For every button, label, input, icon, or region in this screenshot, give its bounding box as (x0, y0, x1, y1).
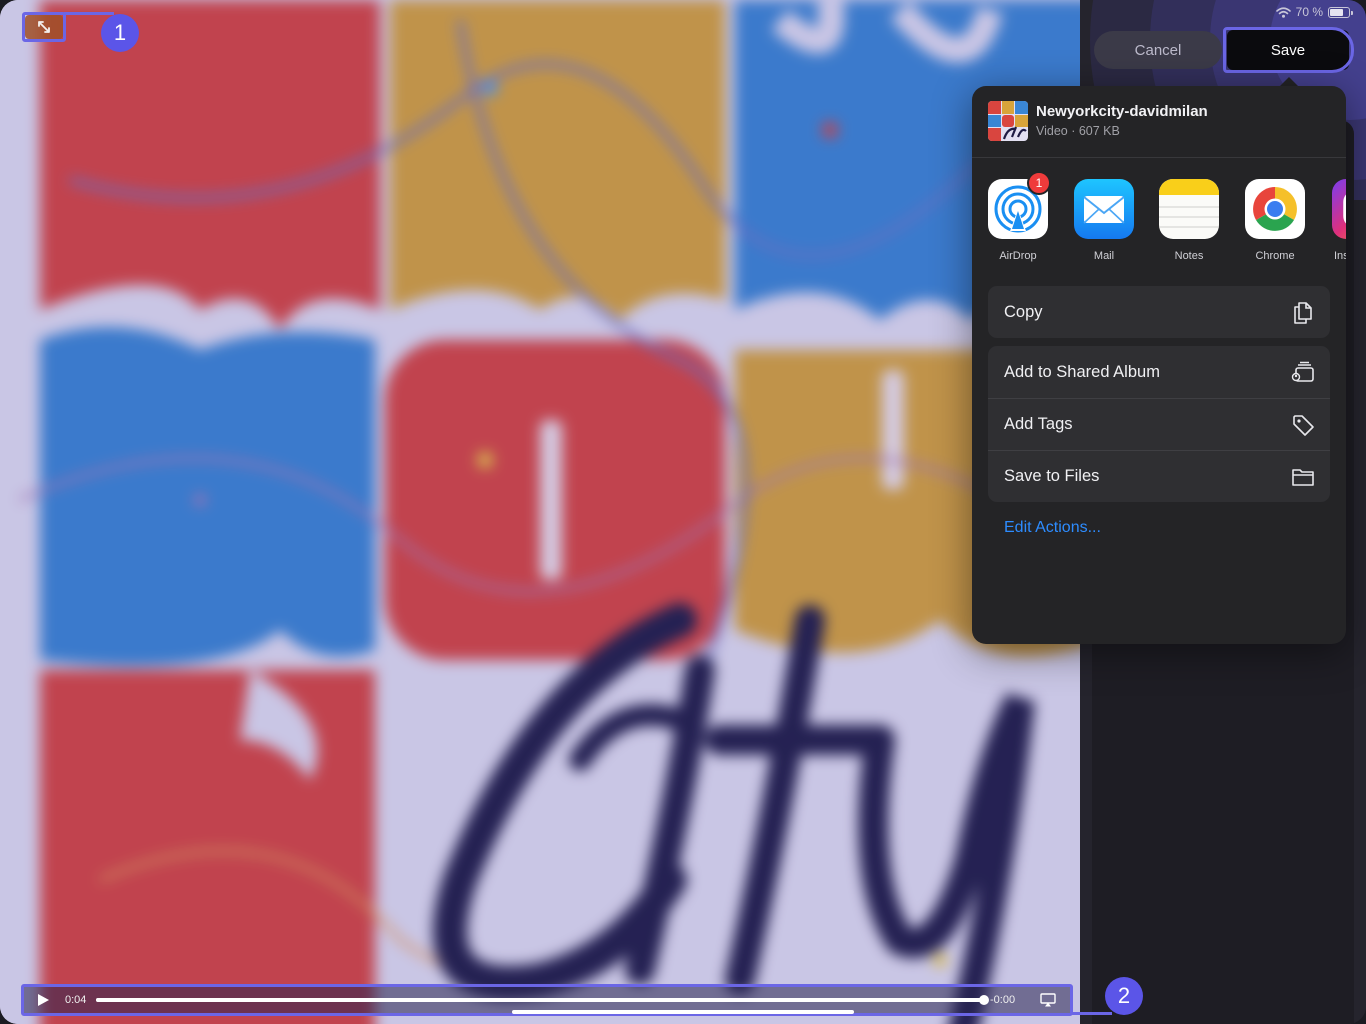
action-label: Save to Files (1004, 467, 1100, 485)
annotation-line-2 (1072, 1012, 1112, 1015)
file-thumbnail (988, 101, 1028, 141)
home-indicator[interactable] (512, 1010, 854, 1014)
action-copy[interactable]: Copy (988, 286, 1330, 338)
play-icon[interactable] (36, 993, 50, 1007)
notes-icon (1159, 179, 1219, 239)
action-save-to-files[interactable]: Save to Files (988, 450, 1330, 502)
shared-album-icon (1291, 361, 1314, 382)
action-label: Add Tags (1004, 415, 1073, 433)
tag-icon (1293, 415, 1314, 436)
time-elapsed: 0:04 (65, 994, 87, 1006)
edit-actions-link[interactable]: Edit Actions... (1004, 519, 1101, 537)
action-label: Add to Shared Album (1004, 362, 1160, 381)
chrome-icon (1245, 179, 1305, 239)
airplay-icon[interactable] (1040, 993, 1056, 1007)
annotation-marker-2: 2 (1105, 977, 1143, 1015)
actions-group-copy: Copy (988, 286, 1330, 338)
screen: 70 % Cancel Save Newyorkcity-davidmilan … (0, 0, 1366, 1024)
action-add-tags[interactable]: Add Tags (988, 398, 1330, 450)
share-app-airdrop[interactable]: 1 AirDrop (980, 171, 1056, 262)
instagram-icon (1332, 179, 1346, 239)
share-app-mail[interactable]: Mail (1066, 179, 1142, 262)
battery-icon (1328, 6, 1353, 18)
share-app-chrome[interactable]: Chrome (1237, 179, 1313, 262)
share-app-label: Mail (1093, 250, 1115, 262)
share-app-label: Notes (1174, 250, 1204, 262)
battery-level-fill (1330, 8, 1343, 16)
playback-scrubber[interactable] (96, 995, 989, 1005)
annotation-marker-1: 1 (101, 14, 139, 52)
action-label: Copy (1004, 302, 1043, 321)
share-apps-row: 1 AirDrop Mail Notes Chrome Ins (972, 171, 1346, 269)
scrubber-progress-fill (96, 998, 984, 1002)
save-button[interactable]: Save (1227, 30, 1349, 70)
time-remaining: -0:00 (990, 994, 1016, 1006)
mail-icon (1074, 179, 1134, 239)
cancel-button[interactable]: Cancel (1094, 31, 1222, 69)
actions-group-main: Add to Shared Album Add Tags Save to Fil… (988, 346, 1330, 502)
video-dim-overlay (0, 0, 1080, 1024)
video-player[interactable] (0, 0, 1080, 1024)
share-app-label: Ins (1334, 250, 1346, 262)
share-sheet: Newyorkcity-davidmilan Video · 607 KB 1 … (972, 86, 1346, 644)
folder-icon (1292, 469, 1314, 486)
file-meta: Video · 607 KB (1036, 124, 1120, 138)
scrubber-knob[interactable] (979, 995, 989, 1005)
copy-icon (1294, 302, 1312, 324)
file-name: Newyorkcity-davidmilan (1036, 103, 1208, 120)
action-add-to-shared-album[interactable]: Add to Shared Album (988, 346, 1330, 398)
exit-fullscreen-icon (38, 21, 50, 33)
share-app-label: AirDrop (999, 250, 1037, 262)
share-app-instagram[interactable]: Ins (1310, 179, 1346, 262)
share-app-notes[interactable]: Notes (1151, 179, 1227, 262)
status-bar: 70 % (1275, 5, 1353, 19)
share-app-label: Chrome (1255, 250, 1295, 262)
share-sheet-header: Newyorkcity-davidmilan Video · 607 KB (972, 86, 1346, 158)
annotation-line-1 (64, 12, 114, 15)
airdrop-badge: 1 (1027, 171, 1051, 195)
battery-percentage: 70 % (1295, 5, 1323, 19)
wifi-icon (1275, 6, 1291, 18)
exit-fullscreen-button[interactable] (25, 15, 63, 39)
